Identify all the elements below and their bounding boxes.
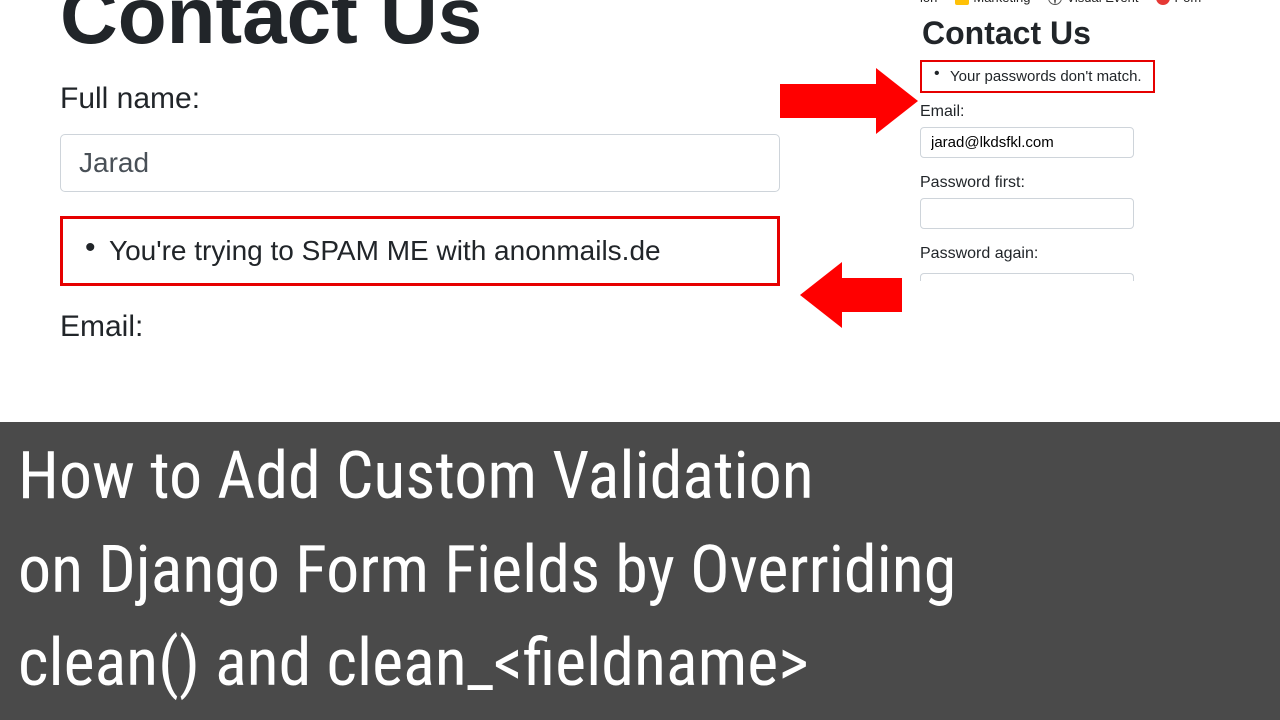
left-contact-form: Contact Us Full name: You're trying to S… bbox=[0, 0, 870, 362]
title-banner: How to Add Custom Validation on Django F… bbox=[0, 422, 1280, 720]
email-label-small: Email: bbox=[920, 103, 1270, 121]
email-input[interactable] bbox=[920, 127, 1134, 158]
bookmark-item[interactable]: Visual Event bbox=[1048, 0, 1138, 5]
bookmark-item[interactable]: Marketing bbox=[955, 0, 1030, 5]
arrow-right-shaft bbox=[780, 84, 876, 118]
globe-icon bbox=[1048, 0, 1062, 5]
bookmark-item[interactable]: Pom bbox=[1156, 0, 1201, 5]
password-error-text: Your passwords don't match. bbox=[950, 68, 1142, 85]
password-again-label: Password again: bbox=[920, 245, 1270, 263]
bookmark-item[interactable]: ion bbox=[920, 0, 937, 5]
spam-error-text: You're trying to SPAM ME with anonmails.… bbox=[109, 235, 661, 266]
password-first-input[interactable] bbox=[920, 198, 1134, 229]
banner-line3: clean() and clean_<fieldname> bbox=[18, 625, 809, 702]
fullname-input[interactable] bbox=[60, 134, 780, 192]
page-title: Contact Us bbox=[60, 0, 870, 62]
banner-line2: on Django Form Fields by Overriding bbox=[18, 532, 956, 609]
password-first-label: Password first: bbox=[920, 174, 1270, 192]
bookmarks-bar: ion Marketing Visual Event Pom bbox=[920, 0, 1270, 5]
page-title-small: Contact Us bbox=[922, 15, 1270, 52]
right-contact-form: ion Marketing Visual Event Pom Contact U… bbox=[920, 0, 1270, 293]
email-label: Email: bbox=[60, 310, 870, 344]
banner-line1: How to Add Custom Validation bbox=[18, 438, 814, 515]
fullname-label: Full name: bbox=[60, 82, 870, 116]
password-error-box: Your passwords don't match. bbox=[920, 60, 1155, 93]
spam-error-box: You're trying to SPAM ME with anonmails.… bbox=[60, 216, 780, 286]
arrow-left-icon bbox=[800, 262, 842, 328]
arrow-left-shaft bbox=[842, 278, 902, 312]
password-again-input[interactable] bbox=[920, 273, 1134, 281]
tomato-icon bbox=[1156, 0, 1170, 5]
folder-icon bbox=[955, 0, 969, 5]
arrow-right-icon bbox=[876, 68, 918, 134]
